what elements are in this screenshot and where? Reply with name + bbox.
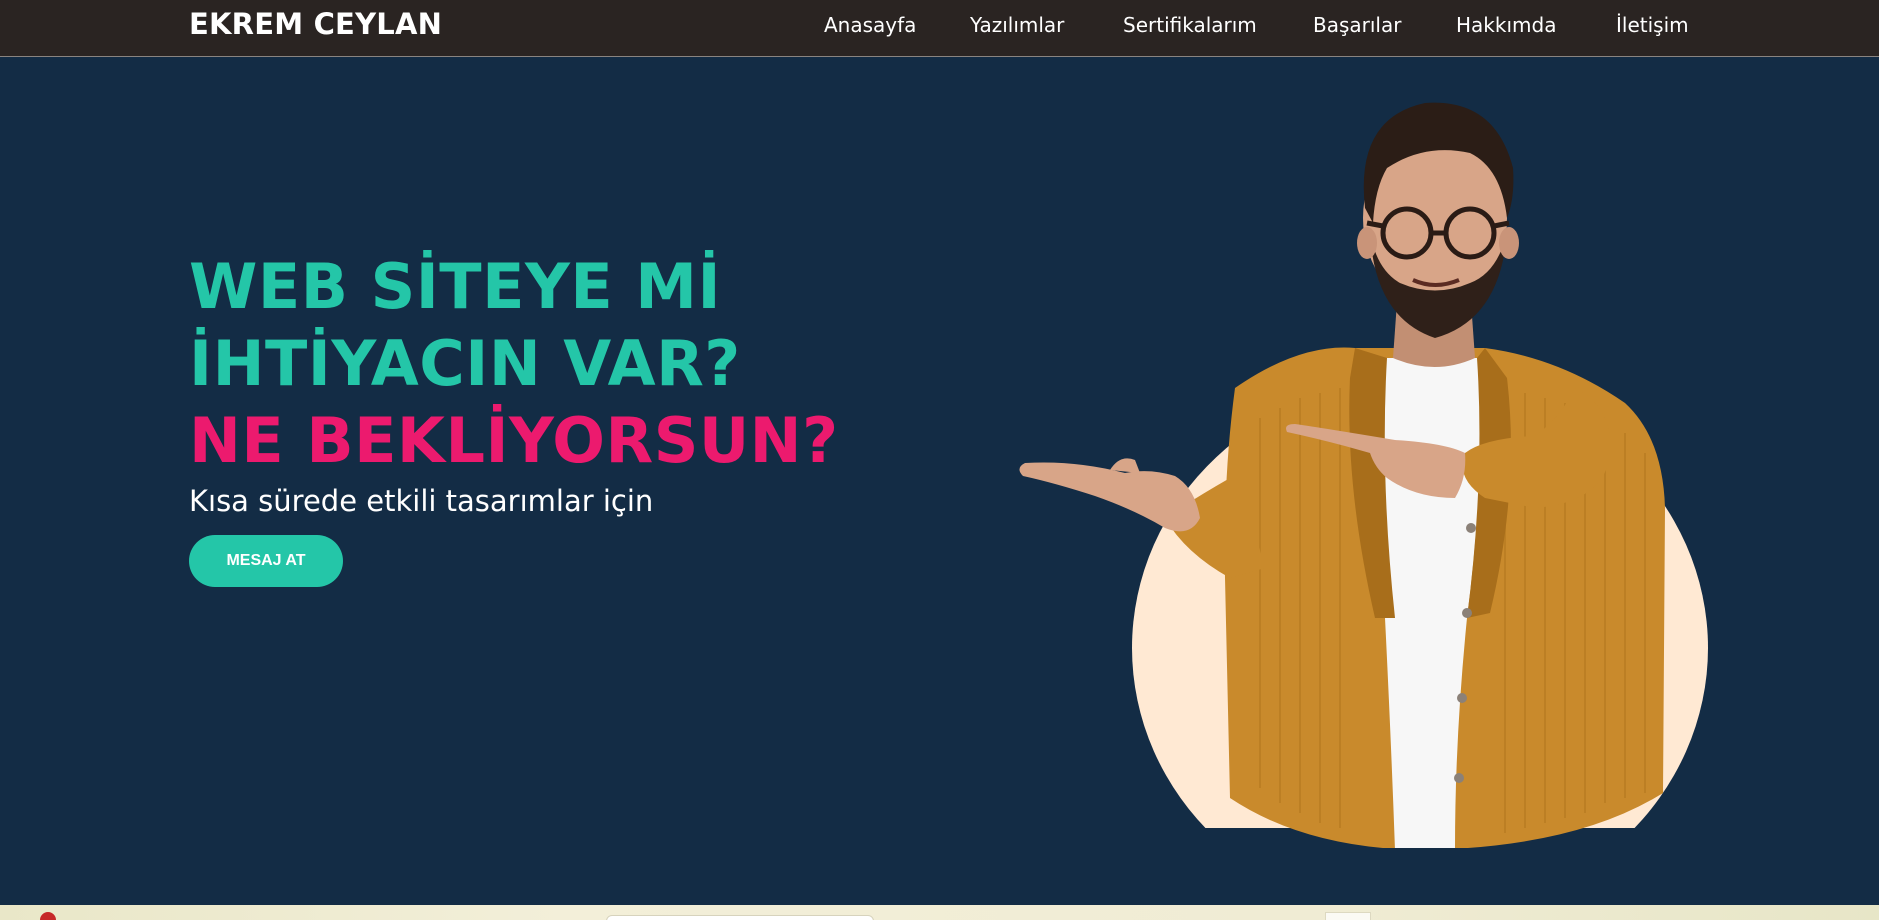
nav-item-basarilar[interactable]: Başarılar (1313, 13, 1401, 37)
nav-item-anasayfa[interactable]: Anasayfa (824, 13, 916, 37)
nav-item-sertifikalarim[interactable]: Sertifikalarım (1123, 13, 1257, 37)
main-nav: Anasayfa Yazılımlar Sertifikalarım Başar… (0, 0, 1879, 57)
hero-person-image (1015, 102, 1735, 848)
nav-item-hakkimda[interactable]: Hakkımda (1456, 13, 1556, 37)
message-button[interactable]: MESAJ AT (189, 535, 343, 587)
nav-item-yazilimlar[interactable]: Yazılımlar (970, 13, 1064, 37)
hero-headline-line-2: İHTİYACIN VAR? (189, 327, 741, 400)
taskbar-app-icon[interactable] (1325, 912, 1371, 920)
hero-subtitle: Kısa sürede etkili tasarımlar için (189, 484, 654, 518)
top-navbar: EKREM CEYLAN Anasayfa Yazılımlar Sertifi… (0, 0, 1879, 57)
nav-item-iletisim[interactable]: İletişim (1616, 13, 1689, 37)
hero-headline-line-3: NE BEKLİYORSUN? (189, 404, 839, 477)
os-taskbar (0, 905, 1879, 920)
notification-icon[interactable] (40, 912, 56, 920)
hero-headline-line-1: WEB SİTEYE Mİ (189, 250, 722, 323)
taskbar-search-box[interactable] (606, 915, 874, 920)
